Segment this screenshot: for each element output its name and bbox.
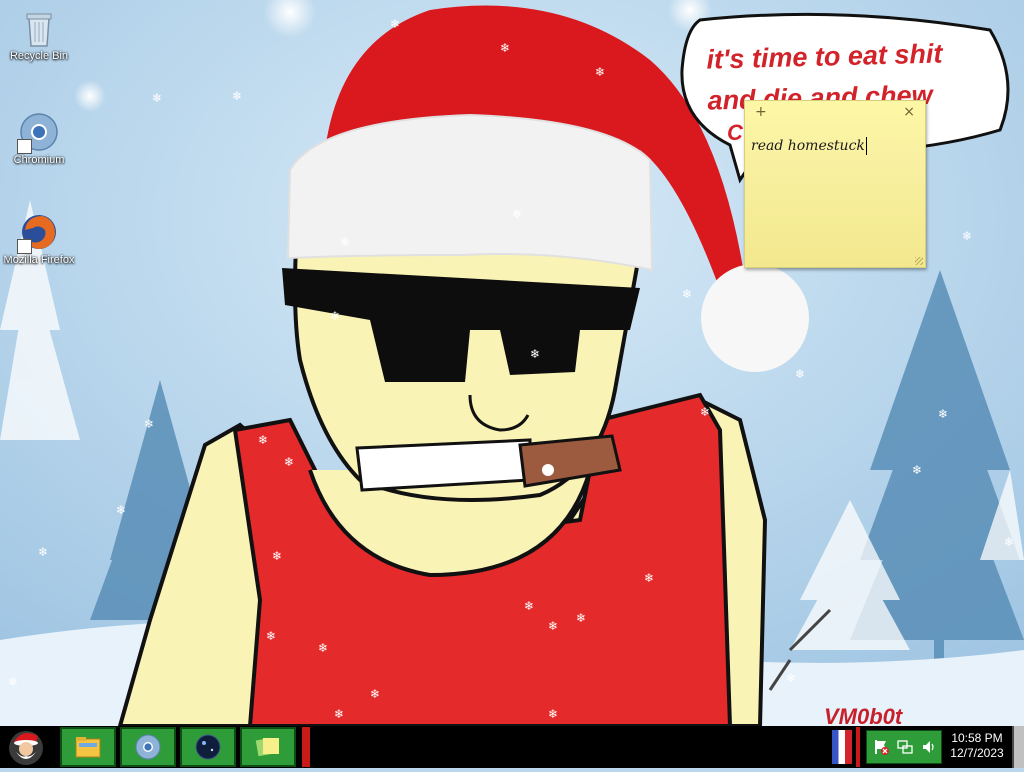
sticky-notes-icon: [255, 737, 279, 757]
svg-text:❄: ❄: [272, 549, 282, 563]
shortcut-arrow-icon: [17, 239, 32, 254]
taskbar-chromium-button[interactable]: [120, 727, 176, 767]
svg-text:❄: ❄: [682, 287, 692, 301]
shortcut-arrow-icon: [17, 139, 32, 154]
svg-text:❄: ❄: [318, 641, 328, 655]
svg-text:❄: ❄: [912, 463, 922, 477]
wallpaper-speech-text-continued: C: [727, 120, 743, 145]
recycle-bin-icon: [19, 8, 59, 48]
system-tray: [866, 730, 942, 764]
svg-text:❄: ❄: [576, 611, 586, 625]
resize-grip-icon[interactable]: [915, 257, 923, 265]
desktop-icon-chromium[interactable]: Chromium: [2, 112, 76, 167]
svg-text:❄: ❄: [284, 455, 294, 469]
language-flag-icon[interactable]: [832, 730, 852, 764]
taskbar: 10:58 PM 12/7/2023: [0, 726, 1024, 768]
svg-text:❄: ❄: [962, 229, 972, 243]
svg-text:❄: ❄: [330, 309, 340, 323]
desktop-icon-label: Mozilla Firefox: [3, 254, 75, 266]
svg-text:❄: ❄: [232, 89, 242, 103]
network-icon[interactable]: [897, 739, 913, 755]
taskbar-clock[interactable]: 10:58 PM 12/7/2023: [946, 731, 1008, 761]
svg-text:❄: ❄: [334, 707, 344, 721]
file-explorer-icon: [75, 737, 101, 758]
taskbar-file-explorer-button[interactable]: [60, 727, 116, 767]
desktop-icon-label: Chromium: [13, 154, 65, 166]
sticky-note-window[interactable]: + × read homestuck: [744, 100, 926, 268]
svg-text:❄: ❄: [266, 629, 276, 643]
desktop-icon-firefox[interactable]: Mozilla Firefox: [2, 212, 76, 267]
sticky-note-text[interactable]: read homestuck: [751, 137, 867, 155]
show-desktop-button[interactable]: [1012, 726, 1024, 768]
svg-text:❄: ❄: [644, 571, 654, 585]
svg-text:❄: ❄: [144, 417, 154, 431]
svg-text:❄: ❄: [1004, 535, 1014, 549]
taskbar-space-app-button[interactable]: [180, 727, 236, 767]
svg-text:❄: ❄: [116, 503, 126, 517]
clock-time: 10:58 PM: [951, 731, 1003, 745]
chromium-icon: [135, 734, 161, 760]
svg-text:❄: ❄: [38, 545, 48, 559]
svg-text:❄: ❄: [370, 687, 380, 701]
taskbar-divider: [302, 727, 310, 767]
svg-text:❄: ❄: [340, 235, 350, 249]
tray-divider: [856, 727, 860, 767]
svg-text:❄: ❄: [390, 17, 400, 31]
santa-start-orb-icon: [9, 731, 43, 765]
svg-text:❄: ❄: [595, 65, 605, 79]
space-orb-app-icon: [195, 734, 221, 760]
add-note-button[interactable]: +: [755, 105, 767, 119]
desktop-icon-recycle-bin[interactable]: Recycle Bin: [2, 8, 76, 63]
svg-text:❄: ❄: [524, 599, 534, 613]
svg-text:❄: ❄: [152, 91, 162, 105]
svg-text:❄: ❄: [512, 207, 522, 221]
svg-text:❄: ❄: [548, 707, 558, 721]
svg-text:❄: ❄: [700, 405, 710, 419]
clock-date: 12/7/2023: [950, 746, 1004, 760]
start-button[interactable]: [0, 726, 52, 768]
svg-text:❄: ❄: [786, 671, 796, 685]
sticky-note-titlebar[interactable]: + ×: [745, 101, 925, 125]
svg-text:❄: ❄: [530, 347, 540, 361]
action-center-flag-icon[interactable]: [873, 739, 889, 755]
desktop-icon-label: Recycle Bin: [9, 50, 69, 62]
svg-text:❄: ❄: [548, 619, 558, 633]
svg-text:❄: ❄: [795, 367, 805, 381]
svg-text:❄: ❄: [938, 407, 948, 421]
firefox-icon: [17, 212, 59, 254]
svg-text:❄: ❄: [8, 675, 18, 689]
volume-icon[interactable]: [921, 739, 937, 755]
close-note-button[interactable]: ×: [903, 105, 915, 119]
svg-text:❄: ❄: [500, 41, 510, 55]
chromium-icon: [17, 112, 59, 154]
svg-text:❄: ❄: [258, 433, 268, 447]
taskbar-sticky-notes-button[interactable]: [240, 727, 296, 767]
